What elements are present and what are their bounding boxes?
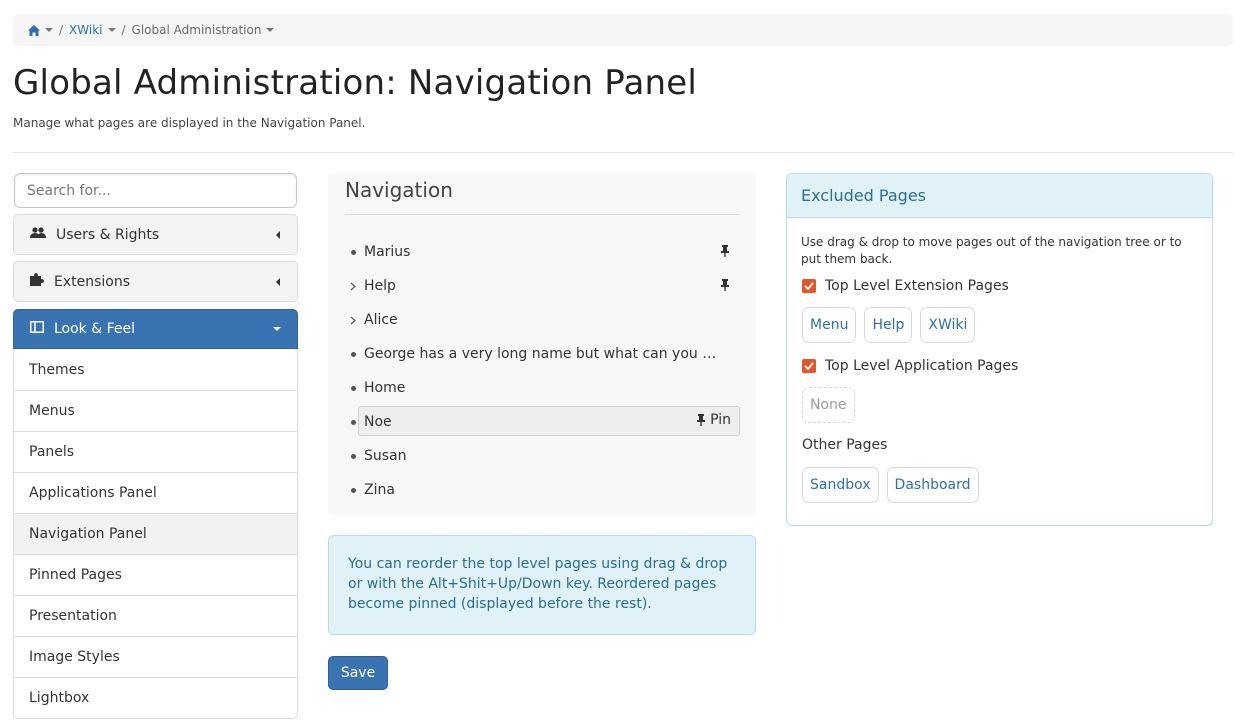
- bullet: [342, 487, 364, 493]
- checkbox-label: Top Level Application Pages: [825, 358, 1019, 374]
- bullet: [342, 249, 364, 255]
- category-extensions[interactable]: Extensions: [13, 261, 298, 302]
- chevron-right-icon[interactable]: [342, 316, 364, 325]
- divider: [13, 152, 1233, 153]
- top-extension-pages-toggle[interactable]: Top Level Extension Pages: [802, 278, 1009, 294]
- excluded-pages-description: Use drag & drop to move pages out of the…: [801, 235, 1182, 266]
- save-button[interactable]: Save: [328, 656, 388, 690]
- top-application-pages-list: None: [802, 387, 855, 423]
- page-chip[interactable]: Help: [864, 307, 913, 343]
- hover-highlight: [358, 406, 740, 436]
- chevron-down-icon[interactable]: [107, 28, 116, 32]
- breadcrumb-separator: /: [59, 23, 64, 37]
- pin-icon[interactable]: [720, 245, 730, 257]
- home-icon[interactable]: [28, 24, 40, 36]
- excluded-pages-title: Excluded Pages: [787, 174, 1212, 218]
- top-extension-pages-list: Menu Help XWiki: [802, 307, 976, 343]
- caret-left-icon: [276, 231, 280, 239]
- tree-node-label[interactable]: Noe: [364, 414, 392, 430]
- empty-placeholder: None: [802, 387, 855, 423]
- tree-node-label[interactable]: Marius: [364, 244, 410, 260]
- tree-node-label[interactable]: George has a very long name but what can…: [364, 346, 724, 362]
- category-label: Users & Rights: [56, 226, 160, 243]
- tree-node[interactable]: Home: [342, 371, 740, 405]
- sidebar-item-applications-panel[interactable]: Applications Panel: [14, 472, 297, 513]
- page-chip[interactable]: XWiki: [920, 307, 976, 343]
- tree-node[interactable]: Noe Pin: [342, 405, 740, 439]
- navigation-tree: Marius Help Alice George has a very long…: [342, 235, 740, 507]
- pin-label: Pin: [710, 412, 731, 428]
- sidebar-item-panels[interactable]: Panels: [14, 431, 297, 472]
- pin-button[interactable]: Pin: [696, 412, 731, 428]
- page-chip[interactable]: Sandbox: [802, 467, 879, 503]
- chevron-right-icon[interactable]: [342, 282, 364, 291]
- tree-node[interactable]: Marius: [342, 235, 740, 269]
- sidebar-item-image-styles[interactable]: Image Styles: [14, 636, 297, 677]
- sidebar-item-lightbox[interactable]: Lightbox: [14, 677, 297, 718]
- caret-down-icon: [273, 327, 281, 331]
- excluded-pages-panel: Excluded Pages Use drag & drop to move p…: [786, 173, 1213, 526]
- checkbox-checked-icon[interactable]: [802, 279, 816, 293]
- navigation-title: Navigation: [345, 178, 453, 202]
- breadcrumb: / XWiki / Global Administration: [13, 14, 1233, 46]
- sidebar-item-menus[interactable]: Menus: [14, 390, 297, 431]
- category-label: Look & Feel: [54, 321, 136, 337]
- tree-node-label[interactable]: Help: [364, 278, 396, 294]
- layout-icon: [30, 321, 44, 337]
- sidebar-item-navigation-panel[interactable]: Navigation Panel: [14, 513, 297, 554]
- tree-node[interactable]: George has a very long name but what can…: [342, 337, 740, 371]
- other-pages-list: Sandbox Dashboard: [802, 467, 979, 503]
- page-chip[interactable]: Dashboard: [886, 467, 979, 503]
- users-icon: [30, 226, 46, 243]
- tree-node[interactable]: Susan: [342, 439, 740, 473]
- checkbox-checked-icon[interactable]: [802, 359, 816, 373]
- tree-node[interactable]: Zina: [342, 473, 740, 507]
- tree-node[interactable]: Alice: [342, 303, 740, 337]
- page-description: Manage what pages are displayed in the N…: [13, 116, 366, 130]
- breadcrumb-current: Global Administration: [131, 23, 262, 37]
- bullet: [342, 351, 364, 357]
- checkbox-label: Top Level Extension Pages: [825, 278, 1009, 294]
- tree-node[interactable]: Help: [342, 269, 740, 303]
- bullet: [342, 453, 364, 459]
- pin-icon: [697, 414, 706, 426]
- category-look-feel[interactable]: Look & Feel: [13, 309, 298, 349]
- breadcrumb-link-xwiki[interactable]: XWiki: [69, 23, 102, 37]
- tree-node-label[interactable]: Zina: [364, 482, 395, 498]
- sidebar-item-pinned-pages[interactable]: Pinned Pages: [14, 554, 297, 595]
- bullet: [342, 385, 364, 391]
- caret-left-icon: [276, 278, 280, 286]
- divider: [345, 214, 739, 215]
- search-input[interactable]: [14, 173, 297, 208]
- sidebar-item-presentation[interactable]: Presentation: [14, 595, 297, 636]
- reorder-info-box: You can reorder the top level pages usin…: [328, 535, 756, 635]
- page-title: Global Administration: Navigation Panel: [13, 63, 698, 103]
- category-label: Extensions: [54, 273, 131, 290]
- category-users-rights[interactable]: Users & Rights: [13, 214, 298, 255]
- puzzle-icon: [30, 273, 44, 290]
- bullet: [342, 419, 364, 425]
- tree-node-label[interactable]: Home: [364, 380, 405, 396]
- sidebar-item-themes[interactable]: Themes: [14, 349, 297, 390]
- pin-icon[interactable]: [720, 279, 730, 291]
- page-chip[interactable]: Menu: [802, 307, 857, 343]
- breadcrumb-separator: /: [121, 23, 126, 37]
- look-feel-submenu: Themes Menus Panels Applications Panel N…: [13, 349, 298, 719]
- other-pages-title: Other Pages: [802, 437, 888, 453]
- navigation-panel: Navigation Marius Help Alice George has …: [328, 173, 756, 515]
- top-application-pages-toggle[interactable]: Top Level Application Pages: [802, 358, 1018, 374]
- tree-node-label[interactable]: Susan: [364, 448, 407, 464]
- chevron-down-icon[interactable]: [45, 28, 53, 32]
- chevron-down-icon[interactable]: [266, 28, 275, 32]
- tree-node-label[interactable]: Alice: [364, 312, 398, 328]
